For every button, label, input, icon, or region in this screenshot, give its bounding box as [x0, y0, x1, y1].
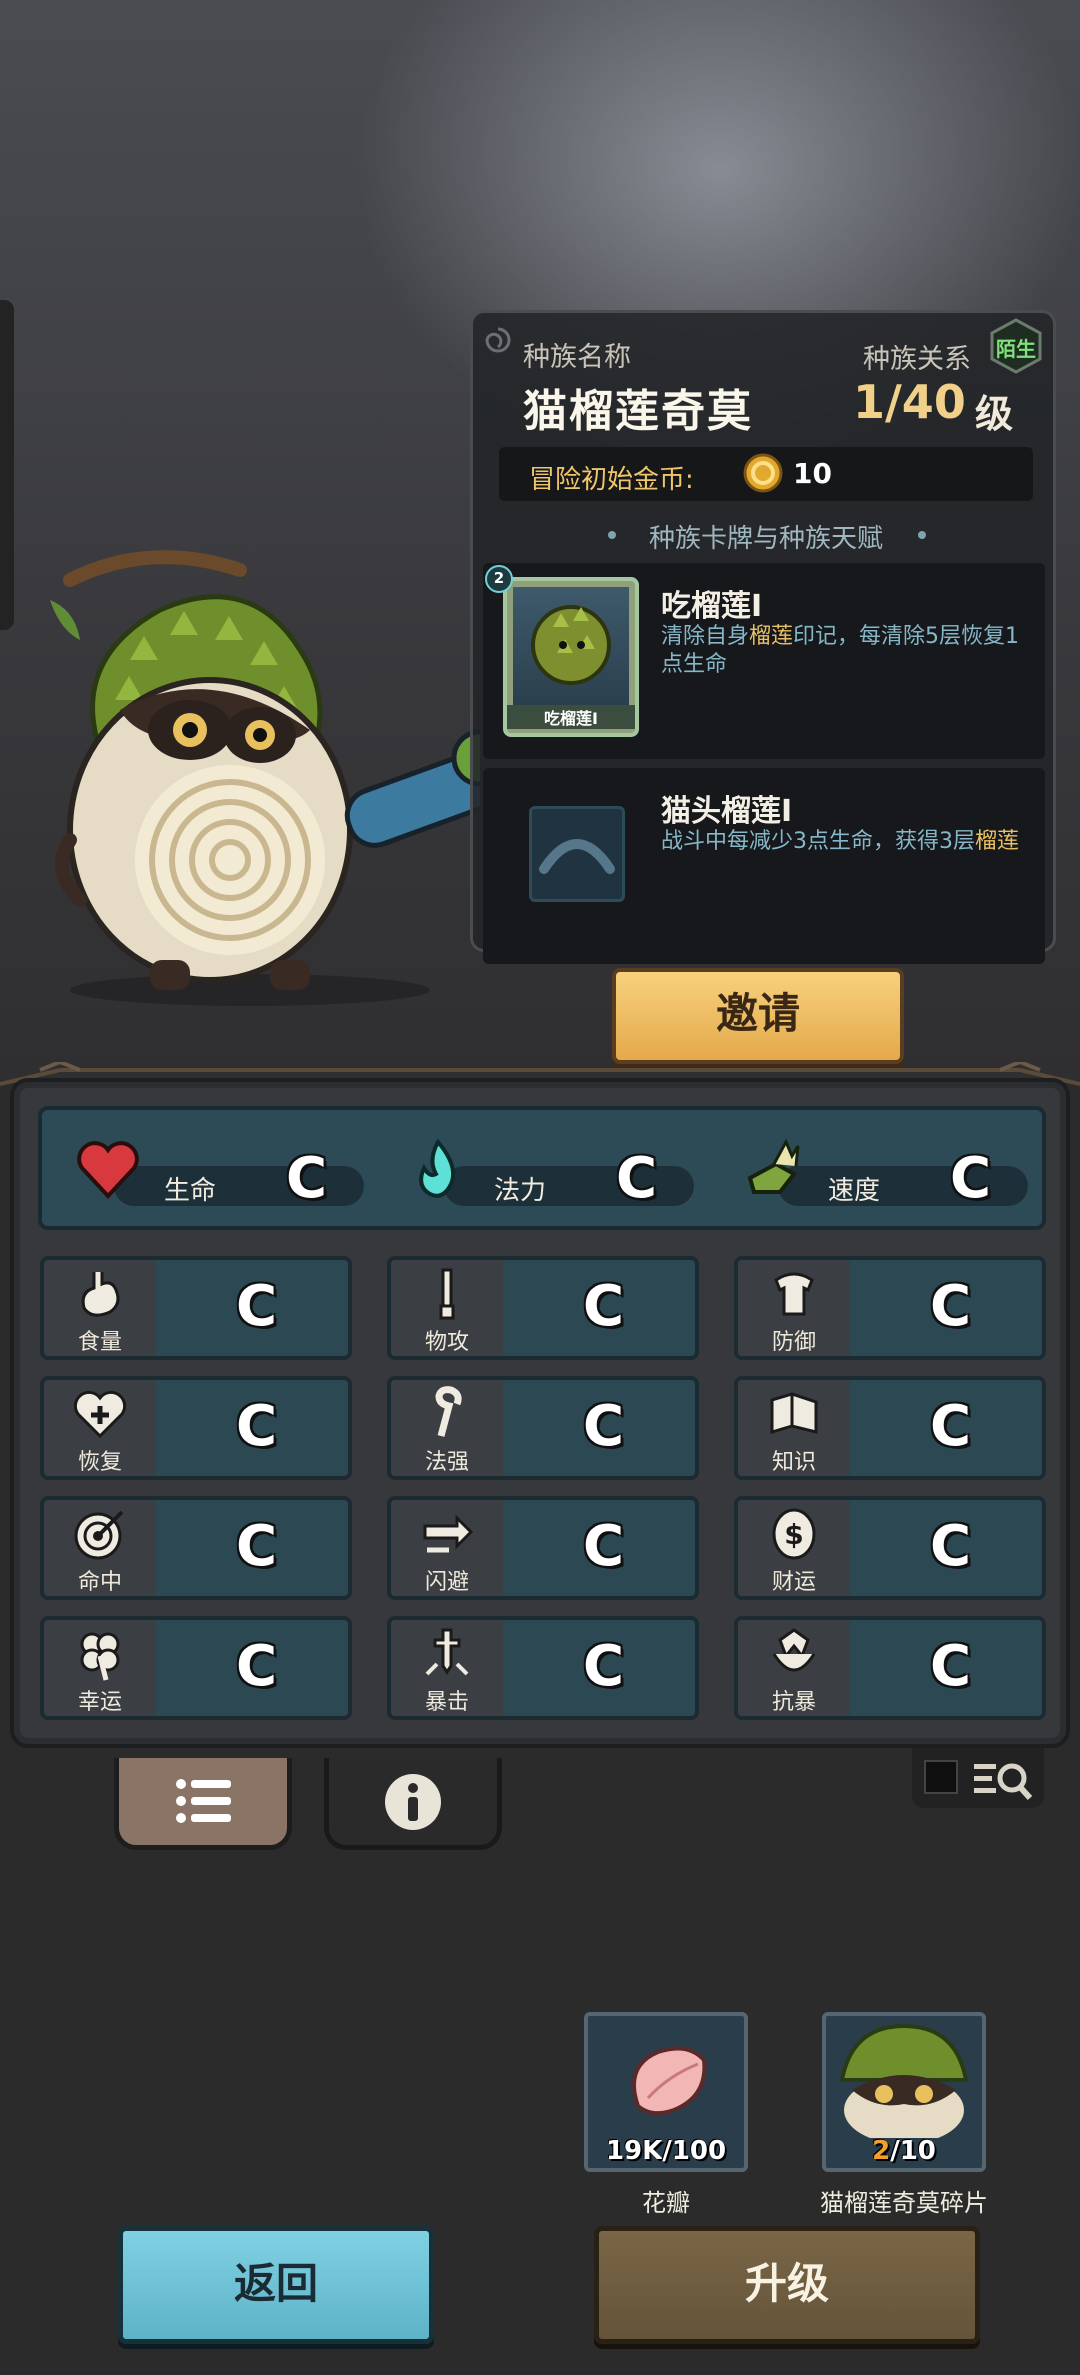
stat-health: 生命 C	[54, 1110, 374, 1226]
stat-grade: C	[583, 1394, 625, 1459]
stat-grade: C	[236, 1634, 278, 1699]
stat-critical[interactable]: 暴击 C	[387, 1616, 699, 1720]
clover-icon	[80, 1632, 120, 1681]
stats-panel: 生命 C 法力 C 速度 C 食量 C 物攻 C 防御 C 恢复 C 法强 C …	[10, 1078, 1070, 1748]
coin-icon: $	[772, 1508, 816, 1560]
race-talent-slot[interactable]: 猫头榴莲Ⅰ 战斗中每减少3点生命，获得3层榴莲	[483, 768, 1045, 964]
book-icon	[770, 1392, 818, 1435]
character-shard-icon	[839, 2023, 969, 2138]
starting-gold-label: 冒险初始金币:	[529, 465, 694, 495]
race-card-slot[interactable]: 吃榴莲Ⅰ 2 吃榴莲Ⅰ 清除自身榴莲印记，每清除5层恢复1点生命	[483, 563, 1045, 759]
filter-checkbox[interactable]	[924, 1760, 958, 1794]
armor-icon	[774, 1272, 814, 1316]
stat-grade: C	[930, 1394, 972, 1459]
relation-badge: 陌生	[988, 318, 1044, 374]
starting-gold-row: 冒险初始金币: 10	[499, 447, 1033, 501]
race-card-description: 清除自身榴莲印记，每清除5层恢复1点生命	[661, 624, 1020, 677]
stat-label: 生命	[164, 1176, 217, 1206]
tab-info[interactable]	[324, 1758, 502, 1850]
card-cost-badge: 2	[485, 565, 513, 593]
svg-text:$: $	[784, 1518, 803, 1551]
stat-defense[interactable]: 防御 C	[734, 1256, 1046, 1360]
stat-grade: C	[950, 1146, 992, 1211]
stat-grade: C	[930, 1634, 972, 1699]
section-title: 种族卡牌与种族天赋	[648, 524, 883, 554]
durian-card-art	[513, 587, 629, 707]
stat-grade: C	[236, 1274, 278, 1339]
shield-crest-icon	[772, 1628, 816, 1672]
stat-label: 法力	[494, 1176, 547, 1206]
stat-physical-attack[interactable]: 物攻 C	[387, 1256, 699, 1360]
stat-label: 速度	[828, 1176, 881, 1206]
race-name-label: 种族名称	[523, 342, 631, 373]
filter-toggle[interactable]	[912, 1748, 1044, 1808]
upgrade-button[interactable]: 升级	[594, 2226, 980, 2344]
staff-icon	[435, 1386, 462, 1437]
character-illustration	[50, 550, 480, 1006]
gold-coin-icon	[743, 453, 783, 493]
stat-evasion[interactable]: 闪避 C	[387, 1496, 699, 1600]
resource-petal[interactable]: 19K/100	[584, 2012, 748, 2172]
race-info-panel: 种族名称 猫榴莲奇莫 种族关系 陌生 1/40 级 冒险初始金币: 10 种族卡…	[470, 310, 1056, 964]
tab-stats-list[interactable]	[114, 1758, 292, 1850]
race-relation-label: 种族关系	[863, 344, 971, 375]
stat-accuracy[interactable]: 命中 C	[40, 1496, 352, 1600]
resource-shard[interactable]: 2/10	[822, 2012, 986, 2172]
race-talent-description: 战斗中每减少3点生命，获得3层榴莲	[661, 829, 1020, 854]
race-talent-title: 猫头榴莲Ⅰ	[661, 794, 793, 829]
primary-stats-bar: 生命 C 法力 C 速度 C	[38, 1106, 1046, 1230]
stat-fortune[interactable]: $ 财运 C	[734, 1496, 1046, 1600]
talent-thumbnail[interactable]	[529, 806, 625, 902]
winged-boot-icon	[747, 1138, 800, 1194]
list-icon	[176, 1779, 231, 1823]
flame-icon	[419, 1138, 455, 1198]
race-level-unit: 级	[975, 392, 1014, 436]
stat-grade: C	[236, 1394, 278, 1459]
stat-grade: C	[930, 1274, 972, 1339]
stat-grade: C	[616, 1146, 658, 1211]
stat-grade: C	[236, 1514, 278, 1579]
dodge-arrow-icon	[423, 1514, 474, 1553]
resource-name: 猫榴莲奇莫碎片	[820, 2189, 988, 2217]
stat-grade: C	[583, 1634, 625, 1699]
stat-grade: C	[930, 1514, 972, 1579]
durian-arc-icon	[539, 839, 615, 874]
resource-name: 花瓣	[642, 2189, 690, 2217]
race-card-thumbnail[interactable]: 吃榴莲Ⅰ	[503, 577, 639, 737]
stat-grade: C	[286, 1146, 328, 1211]
stat-speed: 速度 C	[718, 1110, 1038, 1226]
race-level: 1/40	[853, 375, 966, 429]
stat-food[interactable]: 食量 C	[40, 1256, 352, 1360]
search-list-icon	[974, 1763, 1033, 1801]
section-dot-right	[918, 531, 926, 539]
stat-recovery[interactable]: 恢复 C	[40, 1376, 352, 1480]
invite-button[interactable]: 邀请	[612, 968, 904, 1064]
resource-count: 2/10	[872, 2136, 936, 2166]
target-icon	[74, 1510, 124, 1560]
relation-badge-text: 陌生	[996, 337, 1036, 361]
crit-dagger-icon	[425, 1628, 469, 1676]
stat-grade: C	[583, 1274, 625, 1339]
side-drawer-handle[interactable]	[0, 300, 14, 630]
stat-crit-resist[interactable]: 抗暴 C	[734, 1616, 1046, 1720]
back-button[interactable]: 返回	[118, 2226, 434, 2344]
stat-mana: 法力 C	[384, 1110, 704, 1226]
durian-icon	[531, 605, 611, 685]
starting-gold-value: 10	[793, 457, 832, 490]
stat-grade: C	[583, 1514, 625, 1579]
petal-icon	[632, 2046, 707, 2116]
stat-luck[interactable]: 幸运 C	[40, 1616, 352, 1720]
heart-icon	[77, 1141, 139, 1199]
info-icon	[385, 1774, 441, 1830]
race-card-title: 吃榴莲Ⅰ	[661, 589, 763, 624]
resource-count: 19K/100	[605, 2136, 727, 2166]
race-name: 猫榴莲奇莫	[523, 386, 753, 437]
stomach-icon	[81, 1272, 120, 1317]
race-card-thumb-label: 吃榴莲Ⅰ	[507, 705, 635, 729]
swirl-ornament-icon	[485, 327, 511, 353]
stat-magic-power[interactable]: 法强 C	[387, 1376, 699, 1480]
heart-plus-icon	[73, 1390, 127, 1439]
stat-knowledge[interactable]: 知识 C	[734, 1376, 1046, 1480]
sword-icon	[439, 1268, 455, 1320]
